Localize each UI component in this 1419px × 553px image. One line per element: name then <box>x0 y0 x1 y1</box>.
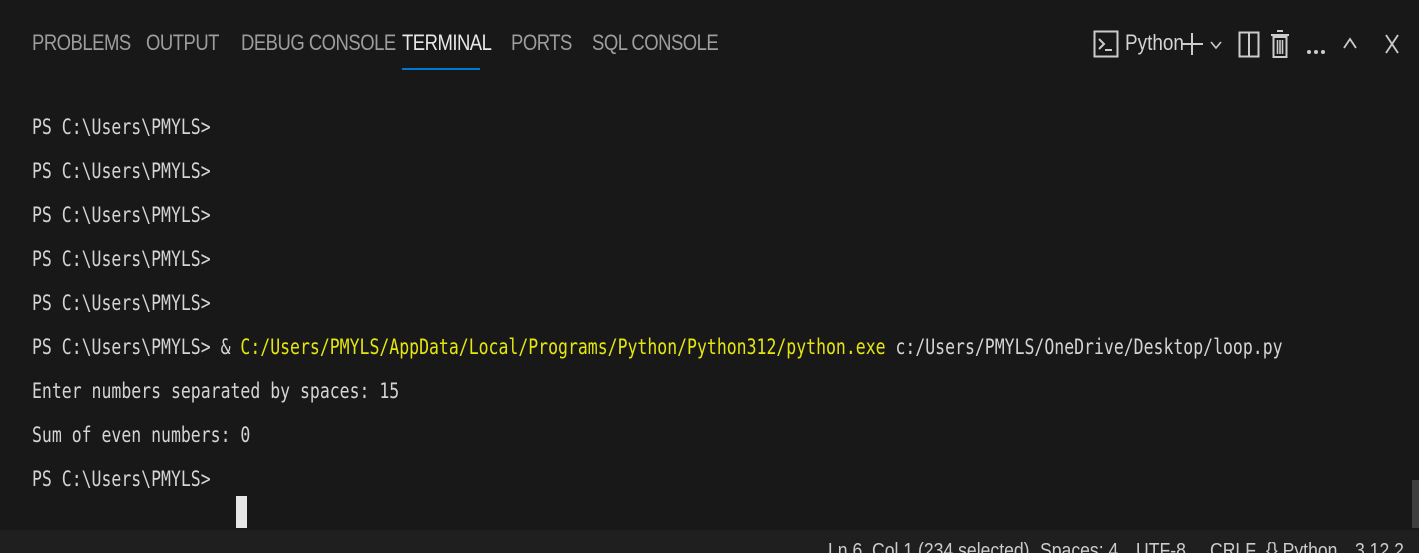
terminal-scrollbar[interactable] <box>1412 480 1419 528</box>
status-encoding[interactable]: UTF-8 <box>1136 540 1186 553</box>
terminal-name-label[interactable]: Python <box>1125 30 1184 56</box>
status-eol[interactable]: CRLF <box>1210 540 1256 553</box>
split-icon[interactable] <box>1238 31 1260 58</box>
panel-tab-bar: PROBLEMS OUTPUT DEBUG CONSOLE TERMINAL P… <box>0 0 1419 92</box>
terminal-line: Sum of even numbers: 0 <box>32 423 251 447</box>
terminal-icon[interactable] <box>1093 30 1119 58</box>
terminal-panel: PROBLEMS OUTPUT DEBUG CONSOLE TERMINAL P… <box>0 0 1419 553</box>
terminal-output[interactable]: PS C:\Users\PMYLS> PS C:\Users\PMYLS> PS… <box>0 92 1419 530</box>
terminal-line: PS C:\Users\PMYLS> <box>32 115 211 139</box>
active-tab-indicator <box>402 68 480 70</box>
script-path[interactable]: c:/Users/PMYLS/OneDrive/Desktop/loop.py <box>886 335 1282 359</box>
trash-icon[interactable] <box>1270 29 1290 59</box>
status-cursor-position[interactable]: Ln 6, Col 1 (234 selected) <box>828 540 1030 553</box>
terminal-prompt: PS C:\Users\PMYLS> <box>32 467 221 491</box>
terminal-line: PS C:\Users\PMYLS> <box>32 203 211 227</box>
tab-sql-console[interactable]: SQL CONSOLE <box>592 30 719 56</box>
terminal-line: PS C:\Users\PMYLS> <box>32 291 211 315</box>
status-language[interactable]: {} Python <box>1266 540 1337 553</box>
tab-terminal[interactable]: TERMINAL <box>402 30 492 56</box>
tab-ports[interactable]: PORTS <box>511 30 572 56</box>
close-icon[interactable] <box>1384 33 1400 55</box>
more-icon[interactable] <box>1306 42 1326 54</box>
python-exe-path[interactable]: C:/Users/PMYLS/AppData/Local/Programs/Py… <box>240 335 885 359</box>
terminal-line: PS C:\Users\PMYLS> <box>32 247 211 271</box>
status-indentation[interactable]: Spaces: 4 <box>1040 540 1118 553</box>
status-python-version[interactable]: 3.12.2 <box>1355 540 1404 553</box>
tab-debug-console[interactable]: DEBUG CONSOLE <box>241 30 396 56</box>
maximize-icon[interactable] <box>1342 34 1358 54</box>
terminal-command-line: PS C:\Users\PMYLS> & C:/Users/PMYLS/AppD… <box>32 335 1283 359</box>
terminal-line: PS C:\Users\PMYLS> <box>32 159 211 183</box>
tab-problems[interactable]: PROBLEMS <box>32 30 131 56</box>
status-bar: Ln 6, Col 1 (234 selected) Spaces: 4 UTF… <box>0 530 1419 553</box>
tab-output[interactable]: OUTPUT <box>146 30 219 56</box>
terminal-cursor <box>236 496 247 528</box>
chevron-down-icon[interactable] <box>1209 38 1223 52</box>
plus-icon[interactable] <box>1180 32 1204 56</box>
terminal-line: Enter numbers separated by spaces: 15 <box>32 379 400 403</box>
